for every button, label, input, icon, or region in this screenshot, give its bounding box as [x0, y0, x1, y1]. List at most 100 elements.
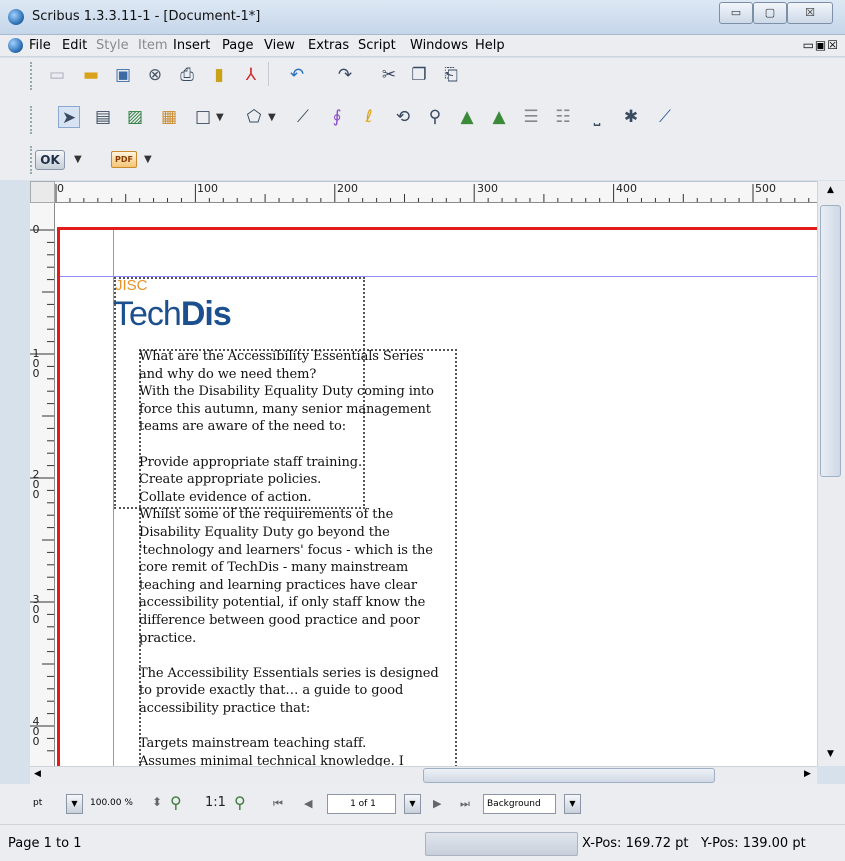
cut-icon[interactable]: ✂	[378, 64, 400, 86]
pdf-ok-button[interactable]: OK	[35, 150, 65, 170]
image-frame-icon[interactable]: ▨	[124, 106, 146, 128]
zoom-spinner-icon[interactable]: ⬍	[152, 795, 162, 809]
first-page-icon[interactable]: ⏮	[273, 797, 283, 811]
title-bar: Scribus 1.3.3.11-1 - [Document-1*] ▭ ▢ ☒	[0, 0, 845, 35]
rotate-icon[interactable]: ⟲	[392, 106, 414, 128]
vruler-label: 300	[32, 593, 40, 626]
polygon-dropdown-arrow[interactable]: ▼	[268, 112, 276, 123]
pdf-dropdown-arrow[interactable]: ▼	[144, 154, 152, 165]
freehand-icon[interactable]: ℓ	[358, 106, 380, 128]
zoom-out-icon[interactable]: ⚲	[170, 793, 182, 812]
vruler-label: 400	[32, 715, 40, 748]
toolbar-grip[interactable]	[30, 62, 35, 90]
horizontal-scroll-thumb[interactable]	[423, 768, 715, 783]
shape-dropdown-arrow[interactable]: ▼	[216, 112, 224, 123]
document-canvas[interactable]: JISC TechDis What are the Accessibility …	[55, 203, 817, 766]
last-page-icon[interactable]: ⏭	[460, 797, 470, 811]
file-toolbar: ▭ ▬ ▣ ⊗ ⎙ ▮ ⅄ ↶ ↷ ✂ ❐ ⎗	[0, 58, 845, 94]
vertical-scroll-thumb[interactable]	[820, 205, 841, 477]
layer-dropdown-button[interactable]: ▼	[564, 794, 581, 814]
text-frame-icon[interactable]: ▤	[92, 106, 114, 128]
eyedropper-icon[interactable]: ⟋	[654, 106, 676, 128]
x-position-readout: X-Pos: 169.72 pt	[582, 836, 689, 851]
y-position-readout: Y-Pos: 139.00 pt	[701, 836, 806, 851]
hruler-label: 400	[616, 182, 637, 195]
new-document-icon[interactable]: ▭	[46, 64, 68, 86]
menu-file[interactable]: File	[29, 38, 51, 53]
polygon-icon[interactable]: ⬠	[243, 106, 265, 128]
zoom-in-icon[interactable]: ⚲	[234, 793, 246, 812]
menu-windows[interactable]: Windows	[410, 38, 468, 53]
document-menu-icon[interactable]	[8, 38, 23, 53]
menu-view[interactable]: View	[264, 38, 295, 53]
open-folder-icon[interactable]: ▬	[80, 64, 102, 86]
menu-script[interactable]: Script	[358, 38, 396, 53]
vertical-scrollbar[interactable]: ▲ ▼	[817, 181, 845, 766]
menu-edit[interactable]: Edit	[62, 38, 87, 53]
measure-icon[interactable]: ⎵	[586, 106, 608, 128]
horizontal-ruler[interactable]: 0 100 200 300 400 500	[30, 181, 817, 203]
horizontal-scrollbar[interactable]: ◀ ▶	[30, 766, 817, 784]
redo-icon[interactable]: ↷	[334, 64, 356, 86]
menu-insert[interactable]: Insert	[173, 38, 210, 53]
maximize-icon: ▢	[764, 6, 776, 19]
unit-select[interactable]: pt	[30, 794, 60, 814]
ruler-corner[interactable]	[30, 181, 55, 203]
undo-icon[interactable]: ↶	[286, 64, 308, 86]
print-icon[interactable]: ⎙	[176, 64, 198, 86]
zoom-icon[interactable]: ⚲	[424, 106, 446, 128]
next-page-icon[interactable]: ▶	[433, 797, 441, 810]
close-document-icon[interactable]: ⊗	[144, 64, 166, 86]
page-top-edge	[57, 227, 817, 230]
paste-icon[interactable]: ⎗	[440, 64, 462, 86]
toolbar-grip[interactable]	[30, 106, 35, 134]
scroll-down-icon[interactable]: ▼	[827, 749, 834, 759]
scroll-right-icon[interactable]: ▶	[804, 769, 811, 779]
zoom-input[interactable]: 100.00 %	[87, 794, 147, 814]
vruler-label: 100	[32, 347, 40, 380]
scroll-up-icon[interactable]: ▲	[827, 185, 834, 195]
bezier-icon[interactable]: ∮	[326, 106, 348, 128]
line-icon[interactable]: ⟋	[292, 106, 314, 128]
scribus-app-icon[interactable]	[8, 9, 24, 25]
zoom-ratio-label[interactable]: 1:1	[205, 795, 226, 810]
menu-style[interactable]: Style	[96, 38, 129, 53]
ok-dropdown-arrow[interactable]: ▼	[74, 154, 82, 165]
table-icon[interactable]: ▦	[158, 106, 180, 128]
vruler-label: 200	[32, 468, 40, 501]
link-frames-icon[interactable]: ☰	[520, 106, 542, 128]
page-dropdown-button[interactable]: ▼	[404, 794, 421, 814]
vertical-ruler[interactable]: 0 100 200 300 400	[30, 203, 55, 766]
status-bar: Page 1 to 1 X-Pos: 169.72 pt Y-Pos: 139.…	[0, 824, 845, 861]
export-pdf-icon[interactable]: ⅄	[240, 64, 262, 86]
page-select[interactable]: 1 of 1	[327, 794, 396, 814]
preflight-icon[interactable]: ▮	[208, 64, 230, 86]
close-button[interactable]: ☒	[787, 2, 833, 24]
menu-item[interactable]: Item	[138, 38, 168, 53]
save-icon[interactable]: ▣	[112, 64, 134, 86]
maximize-button[interactable]: ▢	[753, 2, 787, 24]
menu-extras[interactable]: Extras	[308, 38, 349, 53]
layer-select[interactable]: Background	[483, 794, 556, 814]
edit-text-icon[interactable]: ▲	[488, 106, 510, 128]
unit-dropdown-button[interactable]: ▼	[66, 794, 83, 814]
vruler-label: 0	[32, 223, 40, 236]
mdi-window-controls[interactable]: ▭▣☒	[803, 38, 839, 52]
previous-page-icon[interactable]: ◀	[304, 797, 312, 810]
document-body-text: What are the Accessibility Essentials Se…	[139, 349, 439, 766]
edit-contents-icon[interactable]: ▲	[456, 106, 478, 128]
select-arrow-icon[interactable]: ➤	[58, 106, 80, 128]
copy-properties-icon[interactable]: ✱	[620, 106, 642, 128]
menu-help[interactable]: Help	[475, 38, 505, 53]
navigation-bar: pt ▼ 100.00 % ⬍ ⚲ 1:1 ⚲ ⏮ ◀ 1 of 1 ▼ ▶ ⏭…	[0, 784, 845, 824]
menu-page[interactable]: Page	[222, 38, 253, 53]
shape-icon[interactable]: □	[192, 106, 214, 128]
hruler-label: 200	[337, 182, 358, 195]
minimize-button[interactable]: ▭	[719, 2, 753, 24]
window-title: Scribus 1.3.3.11-1 - [Document-1*]	[32, 9, 261, 24]
hruler-label: 300	[477, 182, 498, 195]
pdf-tools-button[interactable]: PDF	[111, 151, 137, 168]
scroll-left-icon[interactable]: ◀	[34, 769, 41, 779]
unlink-frames-icon[interactable]: ☷	[552, 106, 574, 128]
copy-icon[interactable]: ❐	[408, 64, 430, 86]
